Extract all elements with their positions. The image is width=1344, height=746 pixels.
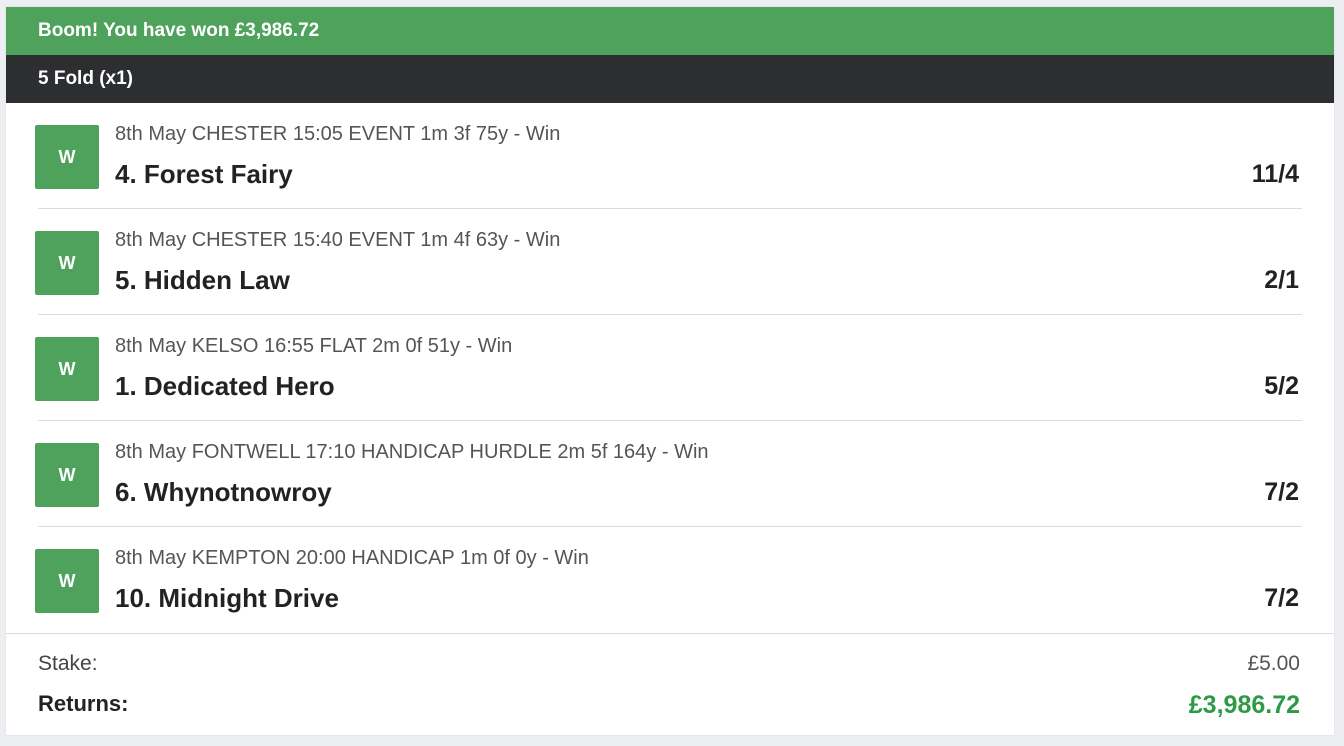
selection-runner: 4. Forest Fairy — [115, 159, 293, 189]
selection-item: W 8th May CHESTER 15:40 EVENT 1m 4f 63y … — [35, 209, 1302, 315]
win-result-badge: W — [35, 443, 99, 507]
returns-row: Returns: £3,986.72 — [38, 691, 1300, 720]
win-banner-text: Boom! You have won £3,986.72 — [38, 20, 320, 41]
selection-item: W 8th May CHESTER 15:05 EVENT 1m 3f 75y … — [35, 103, 1302, 209]
selection-odds: 11/4 — [1251, 160, 1299, 188]
selection-runner: 1. Dedicated Hero — [115, 371, 335, 401]
selection-runner: 6. Whynotnowroy — [115, 477, 332, 507]
stake-value: £5.00 — [1247, 652, 1300, 675]
win-result-badge: W — [35, 549, 99, 613]
selection-item: W 8th May KEMPTON 20:00 HANDICAP 1m 0f 0… — [35, 527, 1302, 627]
win-result-badge: W — [35, 125, 99, 189]
selection-runner: 5. Hidden Law — [115, 265, 290, 295]
stake-label: Stake: — [38, 652, 98, 675]
selection-odds: 2/1 — [1264, 266, 1299, 294]
win-banner: Boom! You have won £3,986.72 — [6, 7, 1334, 55]
selection-runner: 10. Midnight Drive — [115, 583, 339, 613]
bet-summary: Stake: £5.00 Returns: £3,986.72 — [6, 633, 1334, 735]
selection-odds: 7/2 — [1264, 584, 1299, 612]
bet-type-header: 5 Fold (x1) — [6, 55, 1334, 103]
win-result-badge: W — [35, 231, 99, 295]
selections-list: W 8th May CHESTER 15:05 EVENT 1m 3f 75y … — [6, 103, 1334, 627]
selection-item: W 8th May FONTWELL 17:10 HANDICAP HURDLE… — [35, 421, 1302, 527]
win-result-badge: W — [35, 337, 99, 401]
stake-row: Stake: £5.00 — [38, 652, 1300, 676]
selection-event: 8th May KEMPTON 20:00 HANDICAP 1m 0f 0y … — [115, 547, 589, 569]
returns-value: £3,986.72 — [1188, 691, 1300, 719]
selection-event: 8th May CHESTER 15:05 EVENT 1m 3f 75y - … — [115, 123, 561, 145]
selection-odds: 5/2 — [1264, 372, 1299, 400]
selection-event: 8th May FONTWELL 17:10 HANDICAP HURDLE 2… — [115, 441, 709, 463]
returns-label: Returns: — [38, 691, 129, 716]
bet-receipt-card: Boom! You have won £3,986.72 5 Fold (x1)… — [6, 7, 1334, 735]
bet-type-label: 5 Fold (x1) — [38, 68, 134, 89]
selection-item: W 8th May KELSO 16:55 FLAT 2m 0f 51y - W… — [35, 315, 1302, 421]
selection-event: 8th May CHESTER 15:40 EVENT 1m 4f 63y - … — [115, 229, 561, 251]
selection-odds: 7/2 — [1264, 478, 1299, 506]
selection-event: 8th May KELSO 16:55 FLAT 2m 0f 51y - Win — [115, 335, 513, 357]
